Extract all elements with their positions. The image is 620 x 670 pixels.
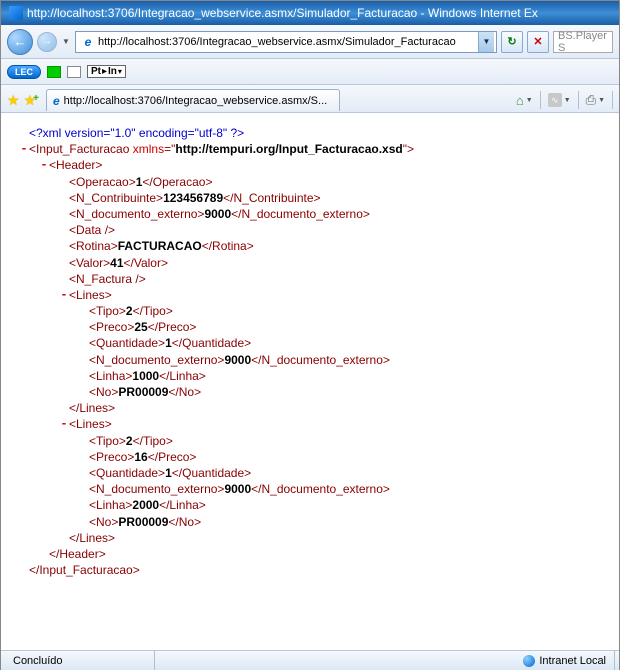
collapse-toggle[interactable]: - (19, 141, 29, 157)
add-favorite-button[interactable]: ★ (24, 92, 42, 109)
home-button[interactable]: ⌂▼ (513, 91, 536, 110)
translate-icon[interactable] (47, 66, 61, 78)
collapse-toggle[interactable]: - (39, 157, 49, 173)
lec-badge[interactable]: LEC (7, 65, 41, 79)
collapse-toggle[interactable]: - (59, 416, 69, 432)
window-title: http://localhost:3706/Integracao_webserv… (27, 6, 538, 20)
rss-button[interactable]: ∿▼ (545, 91, 574, 109)
separator (540, 91, 541, 109)
lang-to: In (108, 66, 117, 77)
nav-toolbar: ← → ▼ e ▼ ↻ ✕ BS.Player S (1, 25, 619, 59)
separator (578, 91, 579, 109)
stop-button[interactable]: ✕ (527, 31, 549, 53)
zone-icon (523, 655, 535, 667)
tab-page-icon: e (53, 94, 60, 108)
tab-label: http://localhost:3706/Integracao_webserv… (64, 95, 328, 107)
status-text: Concluído (5, 651, 155, 670)
status-bar: Concluído Intranet Local (1, 650, 619, 670)
status-zone: Intranet Local (515, 651, 615, 670)
back-button[interactable]: ← (7, 29, 33, 55)
address-input[interactable] (98, 36, 478, 48)
forward-button[interactable]: → (37, 32, 57, 52)
home-icon: ⌂ (516, 93, 524, 108)
tab-bar: ★ ★ e http://localhost:3706/Integracao_w… (1, 85, 619, 113)
zone-label: Intranet Local (539, 655, 606, 667)
nav-history-dropdown[interactable]: ▼ (61, 37, 71, 47)
address-bar: e ▼ (75, 31, 497, 53)
page-icon-small[interactable] (67, 66, 81, 78)
go-refresh-button[interactable]: ↻ (501, 31, 523, 53)
language-selector[interactable]: Pt ▸ In ▾ (87, 65, 126, 78)
lang-from: Pt (91, 66, 101, 77)
xml-content: <?xml version="1.0" encoding="utf-8" ?>-… (1, 113, 619, 650)
page-icon: e (81, 35, 95, 49)
app-icon (9, 6, 23, 20)
address-dropdown[interactable]: ▼ (478, 32, 494, 52)
window-titlebar: http://localhost:3706/Integracao_webserv… (1, 1, 619, 25)
collapse-toggle[interactable]: - (59, 287, 69, 303)
print-icon: ⎙ (586, 92, 596, 108)
rss-icon: ∿ (548, 93, 562, 107)
browser-tab[interactable]: e http://localhost:3706/Integracao_webse… (46, 89, 340, 111)
print-button[interactable]: ⎙▼ (583, 90, 608, 110)
favorites-button[interactable]: ★ (7, 92, 20, 109)
extension-toolbar: LEC Pt ▸ In ▾ (1, 59, 619, 85)
search-box[interactable]: BS.Player S (553, 31, 613, 53)
separator (612, 91, 613, 109)
